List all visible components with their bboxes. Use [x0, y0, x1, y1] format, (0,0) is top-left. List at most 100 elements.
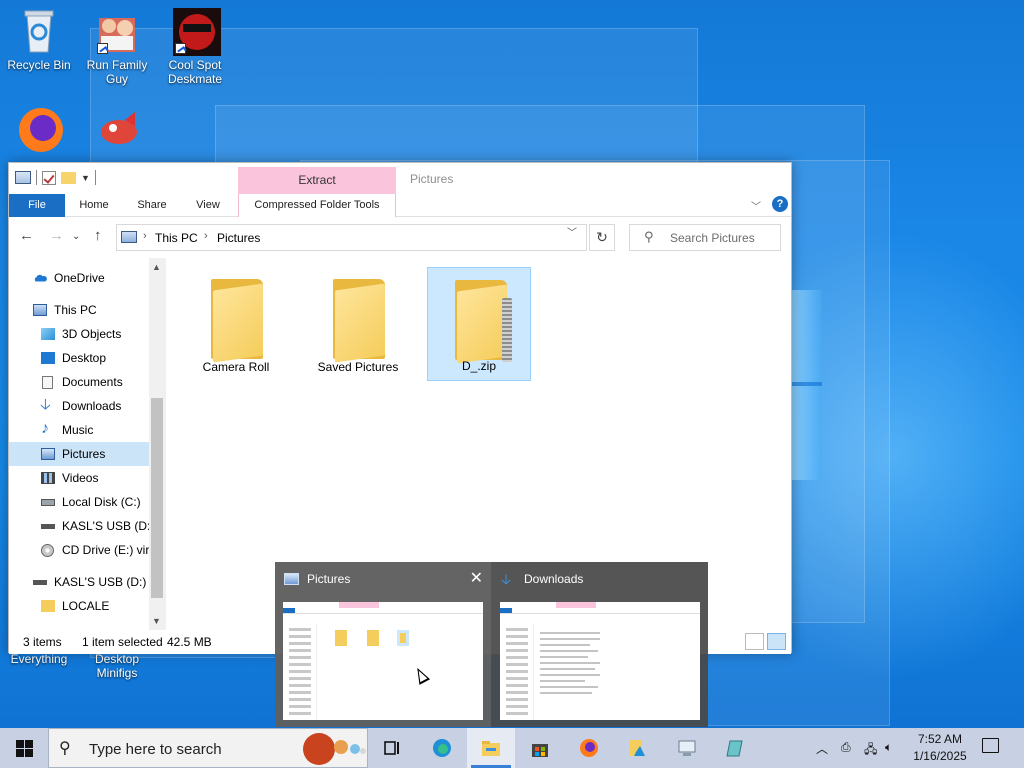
- nav-item-this-pc[interactable]: This PC: [9, 298, 149, 322]
- tab-home[interactable]: Home: [73, 194, 115, 217]
- title-bar: ▼ Extract Pictures: [9, 163, 791, 194]
- scroll-up-icon[interactable]: ▲: [152, 262, 161, 272]
- nav-item-downloads[interactable]: 🡣 Downloads: [9, 394, 149, 418]
- nav-item-videos[interactable]: Videos: [9, 466, 149, 490]
- show-hidden-icons-chevron-icon[interactable]: ︿: [816, 740, 828, 757]
- item-name: D_.zip: [461, 359, 496, 373]
- tab-compressed-folder-tools[interactable]: Compressed Folder Tools: [238, 194, 396, 217]
- taskbar-store[interactable]: [516, 728, 564, 768]
- forward-arrow-icon[interactable]: →: [49, 227, 64, 244]
- start-button[interactable]: [0, 728, 48, 768]
- taskbar-thumbnail-preview: Pictures ✕ 🡣 Downloads: [275, 562, 708, 727]
- taskbar-file-manager[interactable]: [614, 728, 662, 768]
- nav-item-documents[interactable]: Documents: [9, 370, 149, 394]
- nav-item-local-disk[interactable]: Local Disk (C:): [9, 490, 149, 514]
- breadcrumb-separator[interactable]: ›: [204, 230, 208, 242]
- this-pc-icon: [121, 231, 137, 243]
- desktop-icon-run-family-guy[interactable]: Run Family Guy: [78, 8, 156, 86]
- folder-camera-roll[interactable]: Camera Roll: [184, 267, 288, 381]
- taskbar-notebook-app[interactable]: [712, 728, 760, 768]
- preview-downloads-window[interactable]: 🡣 Downloads: [492, 562, 708, 727]
- usb-drive-icon: [33, 580, 47, 585]
- desktop-icon-recycle-bin[interactable]: Recycle Bin: [0, 8, 78, 72]
- tab-file[interactable]: File: [9, 194, 65, 217]
- meet-now-icon[interactable]: ⎙: [841, 740, 851, 755]
- window-icon[interactable]: [15, 171, 31, 184]
- system-clock[interactable]: 7:52 AM 1/16/2025: [905, 731, 975, 765]
- breadcrumb-separator[interactable]: ›: [143, 230, 147, 242]
- nav-label: Local Disk (C:): [62, 495, 141, 509]
- nav-item-usb-drive-root[interactable]: KASL'S USB (D:): [9, 570, 149, 594]
- expand-ribbon-icon[interactable]: ﹀: [751, 198, 761, 213]
- properties-icon[interactable]: [42, 170, 56, 185]
- computer-app-icon: [678, 740, 696, 756]
- store-bag-icon: [532, 744, 548, 757]
- edge-browser-icon: [433, 739, 451, 757]
- preview-pictures-window[interactable]: Pictures ✕: [275, 562, 491, 727]
- desktop-icon-label: Recycle Bin: [7, 58, 71, 72]
- scroll-down-icon[interactable]: ▼: [152, 616, 161, 626]
- recent-locations-icon[interactable]: ⌄: [72, 231, 80, 242]
- fish-icon: [95, 106, 139, 152]
- refresh-icon[interactable]: ↻: [589, 224, 615, 251]
- nav-item-music[interactable]: ♪ Music: [9, 418, 149, 442]
- notebook-icon: [726, 740, 743, 757]
- address-dropdown-icon[interactable]: ﹀: [567, 224, 577, 239]
- extract-context-tab[interactable]: Extract: [238, 167, 396, 194]
- nav-item-onedrive[interactable]: OneDrive: [9, 266, 149, 290]
- ribbon-tabs: File Home Share View Compressed Folder T…: [9, 194, 791, 217]
- close-icon[interactable]: ✕: [470, 568, 483, 588]
- clock-time: 7:52 AM: [917, 732, 963, 746]
- customize-toolbar-icon[interactable]: ▼: [81, 173, 90, 183]
- desktop-icon-desktop-minifigs[interactable]: Desktop Minifigs: [78, 652, 156, 680]
- breadcrumb-this-pc[interactable]: This PC: [155, 231, 198, 245]
- taskbar-file-explorer[interactable]: [467, 728, 515, 768]
- volume-icon[interactable]: 🔈︎: [885, 740, 892, 755]
- taskbar-firefox[interactable]: [565, 728, 613, 768]
- download-arrow-icon: 🡣: [40, 396, 51, 413]
- address-bar[interactable]: › This PC › Pictures: [116, 224, 587, 251]
- tab-view[interactable]: View: [189, 194, 227, 217]
- desktop-icon-game[interactable]: [78, 106, 156, 156]
- tab-share[interactable]: Share: [131, 194, 173, 217]
- search-placeholder: Search Pictures: [670, 231, 755, 245]
- up-arrow-icon[interactable]: ↑: [94, 227, 102, 244]
- desktop-icon-cool-spot[interactable]: Cool Spot Deskmate: [156, 8, 234, 86]
- nav-item-locale[interactable]: LOCALE: [9, 594, 149, 618]
- desktop-icon-label: Everything: [10, 652, 68, 666]
- nav-item-usb-drive[interactable]: KASL'S USB (D:): [9, 514, 149, 538]
- notification-center-icon[interactable]: [982, 738, 999, 753]
- zip-file-d[interactable]: D_.zip: [427, 267, 531, 381]
- nav-item-desktop[interactable]: Desktop: [9, 346, 149, 370]
- scrollbar-thumb[interactable]: [151, 398, 163, 598]
- shortcut-arrow-icon: [97, 43, 108, 54]
- nav-scrollbar[interactable]: ▲ ▼: [149, 258, 166, 630]
- large-icons-view-button[interactable]: [767, 633, 786, 650]
- nav-item-3d-objects[interactable]: 3D Objects: [9, 322, 149, 346]
- search-icon: ⚲: [59, 740, 71, 757]
- help-icon[interactable]: ?: [772, 196, 788, 212]
- desktop-icon-firefox[interactable]: [0, 106, 78, 156]
- task-view-button[interactable]: [368, 728, 416, 768]
- music-note-icon: ♪: [41, 420, 49, 437]
- pictures-icon: [41, 448, 55, 460]
- search-icon: ⚲: [644, 229, 654, 244]
- taskbar-edge[interactable]: [418, 728, 466, 768]
- new-folder-icon[interactable]: [61, 171, 76, 184]
- taskbar-app[interactable]: [663, 728, 711, 768]
- back-arrow-icon[interactable]: ←: [19, 227, 34, 244]
- usb-drive-icon: [41, 524, 55, 529]
- document-folder-icon: [630, 740, 645, 756]
- search-pictures-input[interactable]: ⚲ Search Pictures: [629, 224, 781, 251]
- nav-item-cd-drive[interactable]: CD Drive (E:) virt: [9, 538, 149, 562]
- nav-item-pictures[interactable]: Pictures: [9, 442, 149, 466]
- network-icon[interactable]: 🖧: [864, 740, 877, 761]
- folder-saved-pictures[interactable]: Saved Pictures: [306, 267, 410, 381]
- task-view-icon: [384, 741, 399, 755]
- details-view-button[interactable]: [745, 633, 764, 650]
- divider: [36, 170, 37, 185]
- preview-snapshot: [283, 602, 483, 720]
- desktop-icon-everything[interactable]: Everything: [0, 652, 78, 666]
- breadcrumb-pictures[interactable]: Pictures: [217, 231, 260, 245]
- taskbar-search-box[interactable]: ⚲ Type here to search: [48, 728, 368, 768]
